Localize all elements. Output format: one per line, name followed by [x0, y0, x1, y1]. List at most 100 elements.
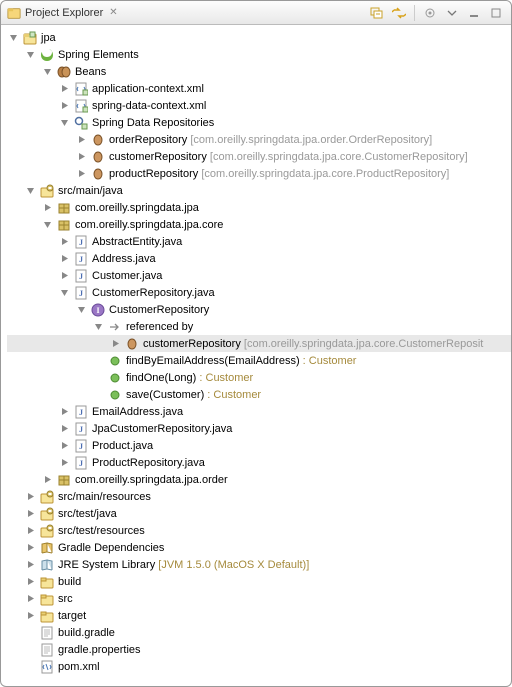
tree-row[interactable]: CustomerRepository.java	[7, 284, 511, 301]
tree-label: CustomerRepository.java	[92, 287, 215, 299]
view-title: Project Explorer	[25, 7, 103, 19]
tree-row[interactable]: findByEmailAddress(EmailAddress) : Custo…	[7, 352, 511, 369]
twisty-closed-icon[interactable]	[58, 440, 70, 452]
twisty-closed-icon[interactable]	[24, 525, 36, 537]
method-icon	[107, 371, 123, 385]
tree-row[interactable]: ProductRepository.java	[7, 454, 511, 471]
tree-row[interactable]: Spring Data Repositories	[7, 114, 511, 131]
tree-row[interactable]: gradle.properties	[7, 641, 511, 658]
source-folder-icon	[39, 524, 55, 538]
twisty-open-icon[interactable]	[41, 219, 53, 231]
tree-label: AbstractEntity.java	[92, 236, 182, 248]
tree-row[interactable]: spring-data-context.xml	[7, 97, 511, 114]
folder-icon	[39, 592, 55, 606]
twisty-closed-icon[interactable]	[41, 202, 53, 214]
twisty-closed-icon[interactable]	[58, 236, 70, 248]
tree-label: gradle.properties	[58, 644, 141, 656]
tree-label: build	[58, 576, 81, 588]
tree-row[interactable]: src/test/resources	[7, 522, 511, 539]
maximize-button[interactable]	[487, 5, 505, 21]
xml-file-icon	[39, 660, 55, 674]
tree-row[interactable]: Address.java	[7, 250, 511, 267]
twisty-open-icon[interactable]	[24, 49, 36, 61]
toolbar-separator	[414, 5, 415, 21]
twisty-open-icon[interactable]	[58, 287, 70, 299]
folder-icon	[39, 609, 55, 623]
twisty-closed-icon[interactable]	[58, 270, 70, 282]
tree-row[interactable]: com.oreilly.springdata.jpa.core	[7, 216, 511, 233]
twisty-closed-icon[interactable]	[75, 134, 87, 146]
java-file-icon	[73, 456, 89, 470]
close-view-icon[interactable]: ✕	[109, 7, 117, 18]
tree-row[interactable]: AbstractEntity.java	[7, 233, 511, 250]
twisty-closed-icon[interactable]	[24, 576, 36, 588]
tree-row[interactable]: referenced by	[7, 318, 511, 335]
tree-row-selected[interactable]: customerRepository [com.oreilly.springda…	[7, 335, 511, 352]
twisty-open-icon[interactable]	[41, 66, 53, 78]
twisty-closed-icon[interactable]	[58, 423, 70, 435]
tree-row[interactable]: Gradle Dependencies	[7, 539, 511, 556]
twisty-closed-icon[interactable]	[24, 559, 36, 571]
tree-row[interactable]: pom.xml	[7, 658, 511, 675]
twisty-closed-icon[interactable]	[58, 457, 70, 469]
twisty-closed-icon[interactable]	[24, 542, 36, 554]
tree-row[interactable]: com.oreilly.springdata.jpa.order	[7, 471, 511, 488]
twisty-open-icon[interactable]	[75, 304, 87, 316]
twisty-closed-icon[interactable]	[41, 474, 53, 486]
focus-button[interactable]	[421, 5, 439, 21]
tree-row[interactable]: jpa	[7, 29, 511, 46]
twisty-open-icon[interactable]	[92, 321, 104, 333]
tree-label: src	[58, 593, 73, 605]
tree-row[interactable]: customerRepository [com.oreilly.springda…	[7, 148, 511, 165]
tree-row[interactable]: orderRepository [com.oreilly.springdata.…	[7, 131, 511, 148]
file-icon	[39, 643, 55, 657]
twisty-closed-icon[interactable]	[58, 406, 70, 418]
view-menu-button[interactable]	[443, 5, 461, 21]
twisty-closed-icon[interactable]	[109, 338, 121, 350]
tree-row[interactable]: src/test/java	[7, 505, 511, 522]
tree-row[interactable]: build.gradle	[7, 624, 511, 641]
twisty-open-icon[interactable]	[24, 185, 36, 197]
tree-label: ProductRepository.java	[92, 457, 205, 469]
tree-row[interactable]: JpaCustomerRepository.java	[7, 420, 511, 437]
tree-row[interactable]: save(Customer) : Customer	[7, 386, 511, 403]
project-tree[interactable]: J I jpa Spring Elements Beans applicatio…	[1, 25, 511, 686]
tree-row[interactable]: application-context.xml	[7, 80, 511, 97]
minimize-button[interactable]	[465, 5, 483, 21]
tree-row[interactable]: src	[7, 590, 511, 607]
twisty-closed-icon[interactable]	[58, 253, 70, 265]
tree-row[interactable]: findOne(Long) : Customer	[7, 369, 511, 386]
tree-row[interactable]: Product.java	[7, 437, 511, 454]
source-folder-icon	[39, 490, 55, 504]
xml-config-icon	[73, 99, 89, 113]
tree-row[interactable]: EmailAddress.java	[7, 403, 511, 420]
tree-row[interactable]: Beans	[7, 63, 511, 80]
twisty-closed-icon[interactable]	[58, 100, 70, 112]
view-titlebar: Project Explorer ✕	[1, 1, 511, 25]
tree-label: save(Customer) : Customer	[126, 389, 261, 401]
link-editor-button[interactable]	[390, 5, 408, 21]
tree-row[interactable]: Customer.java	[7, 267, 511, 284]
tree-row[interactable]: CustomerRepository	[7, 301, 511, 318]
tree-row[interactable]: build	[7, 573, 511, 590]
java-file-icon	[73, 269, 89, 283]
twisty-closed-icon[interactable]	[58, 83, 70, 95]
tree-row[interactable]: src/main/java	[7, 182, 511, 199]
tree-row[interactable]: JRE System Library [JVM 1.5.0 (MacOS X D…	[7, 556, 511, 573]
twisty-closed-icon[interactable]	[75, 151, 87, 163]
tree-row[interactable]: Spring Elements	[7, 46, 511, 63]
tree-row[interactable]: productRepository [com.oreilly.springdat…	[7, 165, 511, 182]
tree-row[interactable]: com.oreilly.springdata.jpa	[7, 199, 511, 216]
twisty-closed-icon[interactable]	[24, 491, 36, 503]
twisty-open-icon[interactable]	[7, 32, 19, 44]
twisty-closed-icon[interactable]	[24, 508, 36, 520]
twisty-closed-icon[interactable]	[24, 593, 36, 605]
java-file-icon	[73, 252, 89, 266]
twisty-closed-icon[interactable]	[24, 610, 36, 622]
twisty-none	[92, 372, 104, 384]
collapse-all-button[interactable]	[368, 5, 386, 21]
twisty-closed-icon[interactable]	[75, 168, 87, 180]
tree-row[interactable]: target	[7, 607, 511, 624]
twisty-open-icon[interactable]	[58, 117, 70, 129]
tree-row[interactable]: src/main/resources	[7, 488, 511, 505]
